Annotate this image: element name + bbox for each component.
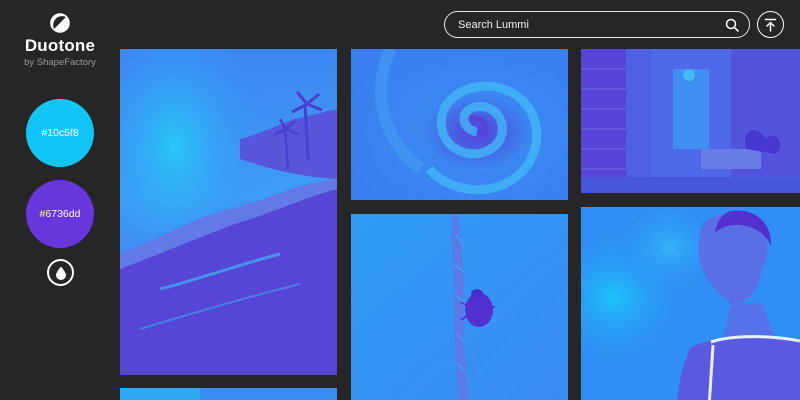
app-title: Duotone (24, 36, 96, 55)
gallery-image-hallway[interactable] (581, 49, 800, 193)
primary-color-swatch[interactable]: #10c5f8 (26, 99, 94, 167)
secondary-color-label: #6736dd (39, 208, 81, 220)
search-input[interactable] (458, 18, 725, 31)
app-subtitle: by ShapeFactory (24, 57, 96, 68)
secondary-color-swatch[interactable]: #6736dd (26, 180, 94, 248)
search-bar (444, 11, 750, 38)
scroll-to-top-button[interactable] (757, 11, 784, 38)
gallery-image-insect[interactable] (351, 214, 568, 400)
primary-color-label: #10c5f8 (41, 127, 79, 139)
arrow-to-top-icon (764, 18, 777, 32)
sidebar: Duotone by ShapeFactory #10c5f8 #6736dd (0, 0, 120, 400)
search-icon[interactable] (725, 18, 739, 32)
half-circle-logo-icon (50, 13, 70, 33)
gallery-image-woman[interactable] (581, 207, 800, 400)
water-drop-button[interactable] (47, 259, 74, 286)
gallery-image-beach-2[interactable] (120, 388, 337, 400)
water-drop-icon (55, 266, 66, 280)
gallery-image-swirl[interactable] (351, 49, 568, 200)
gallery-image-beach[interactable] (120, 49, 337, 375)
